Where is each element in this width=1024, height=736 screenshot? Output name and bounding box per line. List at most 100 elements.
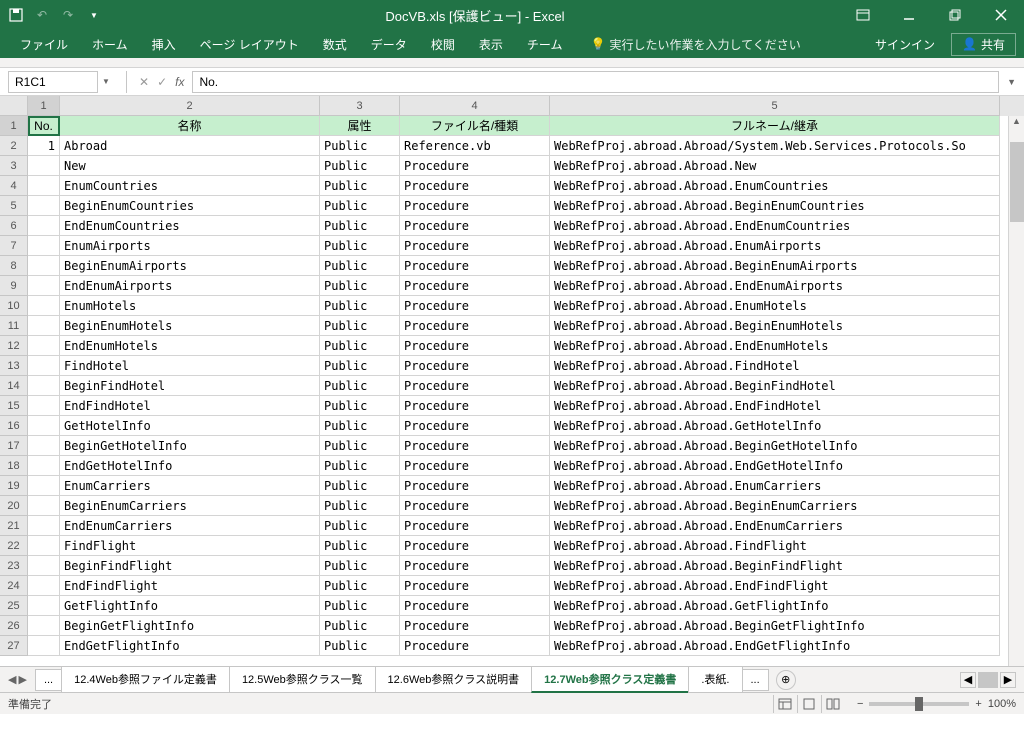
column-header[interactable]: 1 bbox=[28, 96, 60, 116]
row-header[interactable]: 25 bbox=[0, 596, 28, 616]
enter-formula-icon[interactable]: ✓ bbox=[157, 75, 167, 89]
undo-icon[interactable]: ↶ bbox=[34, 7, 50, 23]
row-header[interactable]: 17 bbox=[0, 436, 28, 456]
data-cell[interactable]: EndGetHotelInfo bbox=[60, 456, 320, 476]
data-cell[interactable] bbox=[28, 596, 60, 616]
data-cell[interactable]: EndGetFlightInfo bbox=[60, 636, 320, 656]
row-header[interactable]: 27 bbox=[0, 636, 28, 656]
data-cell[interactable]: Procedure bbox=[400, 396, 550, 416]
data-cell[interactable]: WebRefProj.abroad.Abroad.EnumCarriers bbox=[550, 476, 1000, 496]
data-cell[interactable]: BeginGetFlightInfo bbox=[60, 616, 320, 636]
data-cell[interactable] bbox=[28, 356, 60, 376]
data-cell[interactable]: Procedure bbox=[400, 376, 550, 396]
row-header[interactable]: 21 bbox=[0, 516, 28, 536]
data-cell[interactable]: FindFlight bbox=[60, 536, 320, 556]
row-header[interactable]: 14 bbox=[0, 376, 28, 396]
save-icon[interactable] bbox=[8, 7, 24, 23]
view-normal-icon[interactable] bbox=[773, 695, 797, 713]
data-cell[interactable]: Procedure bbox=[400, 336, 550, 356]
data-cell[interactable]: BeginFindFlight bbox=[60, 556, 320, 576]
sheet-tab[interactable]: .表紙. bbox=[688, 666, 742, 693]
zoom-in-button[interactable]: + bbox=[975, 698, 981, 710]
sheet-nav-next-icon[interactable]: ▶ bbox=[18, 673, 26, 686]
column-header[interactable]: 4 bbox=[400, 96, 550, 116]
data-cell[interactable] bbox=[28, 476, 60, 496]
row-header[interactable]: 10 bbox=[0, 296, 28, 316]
data-cell[interactable]: WebRefProj.abroad.Abroad.BeginEnumHotels bbox=[550, 316, 1000, 336]
data-cell[interactable]: FindHotel bbox=[60, 356, 320, 376]
data-cell[interactable]: Procedure bbox=[400, 276, 550, 296]
data-cell[interactable]: Procedure bbox=[400, 196, 550, 216]
data-cell[interactable]: Public bbox=[320, 276, 400, 296]
data-cell[interactable]: Public bbox=[320, 596, 400, 616]
data-cell[interactable]: Public bbox=[320, 316, 400, 336]
restore-button[interactable] bbox=[932, 0, 978, 30]
data-cell[interactable] bbox=[28, 416, 60, 436]
share-button[interactable]: 👤 共有 bbox=[951, 33, 1016, 56]
data-cell[interactable]: Procedure bbox=[400, 356, 550, 376]
data-cell[interactable]: Reference.vb bbox=[400, 136, 550, 156]
data-cell[interactable] bbox=[28, 636, 60, 656]
data-cell[interactable] bbox=[28, 396, 60, 416]
data-cell[interactable]: WebRefProj.abroad.Abroad.EndEnumHotels bbox=[550, 336, 1000, 356]
sign-in-link[interactable]: サインイン bbox=[875, 36, 935, 53]
view-page-layout-icon[interactable] bbox=[797, 695, 821, 713]
data-cell[interactable]: WebRefProj.abroad.Abroad.EndFindHotel bbox=[550, 396, 1000, 416]
column-header[interactable]: 2 bbox=[60, 96, 320, 116]
data-cell[interactable]: BeginGetHotelInfo bbox=[60, 436, 320, 456]
data-cell[interactable]: Procedure bbox=[400, 256, 550, 276]
data-cell[interactable]: Public bbox=[320, 356, 400, 376]
data-cell[interactable]: WebRefProj.abroad.Abroad.EndGetHotelInfo bbox=[550, 456, 1000, 476]
row-header[interactable]: 6 bbox=[0, 216, 28, 236]
row-header[interactable]: 16 bbox=[0, 416, 28, 436]
column-header[interactable]: 5 bbox=[550, 96, 1000, 116]
data-cell[interactable]: Public bbox=[320, 196, 400, 216]
hscroll-right-icon[interactable]: ▶ bbox=[1000, 672, 1016, 688]
data-cell[interactable]: Public bbox=[320, 396, 400, 416]
data-cell[interactable]: WebRefProj.abroad.Abroad.GetHotelInfo bbox=[550, 416, 1000, 436]
data-cell[interactable]: BeginEnumAirports bbox=[60, 256, 320, 276]
data-cell[interactable] bbox=[28, 496, 60, 516]
data-cell[interactable]: EndFindFlight bbox=[60, 576, 320, 596]
data-cell[interactable] bbox=[28, 216, 60, 236]
data-cell[interactable]: WebRefProj.abroad.Abroad.EnumCountries bbox=[550, 176, 1000, 196]
data-cell[interactable]: Abroad bbox=[60, 136, 320, 156]
sheet-tab-more-right[interactable]: ... bbox=[742, 669, 769, 691]
table-header-cell[interactable]: フルネーム/継承 bbox=[550, 116, 1000, 136]
data-cell[interactable]: WebRefProj.abroad.Abroad.EndFindFlight bbox=[550, 576, 1000, 596]
cancel-formula-icon[interactable]: ✕ bbox=[139, 75, 149, 89]
data-cell[interactable]: Procedure bbox=[400, 416, 550, 436]
data-cell[interactable]: Public bbox=[320, 256, 400, 276]
ribbon-display-options-icon[interactable] bbox=[840, 0, 886, 30]
data-cell[interactable]: WebRefProj.abroad.Abroad.EnumHotels bbox=[550, 296, 1000, 316]
data-cell[interactable]: Public bbox=[320, 516, 400, 536]
data-cell[interactable]: WebRefProj.abroad.Abroad.BeginEnumCarrie… bbox=[550, 496, 1000, 516]
tab-team[interactable]: チーム bbox=[515, 30, 575, 58]
tab-insert[interactable]: 挿入 bbox=[140, 30, 188, 58]
data-cell[interactable]: WebRefProj.abroad.Abroad.BeginGetFlightI… bbox=[550, 616, 1000, 636]
data-cell[interactable]: EnumAirports bbox=[60, 236, 320, 256]
new-sheet-button[interactable]: ⊕ bbox=[776, 670, 796, 690]
select-all-corner[interactable] bbox=[0, 96, 28, 116]
data-cell[interactable]: WebRefProj.abroad.Abroad.EndEnumAirports bbox=[550, 276, 1000, 296]
data-cell[interactable]: EnumHotels bbox=[60, 296, 320, 316]
data-cell[interactable]: WebRefProj.abroad.Abroad.BeginEnumCountr… bbox=[550, 196, 1000, 216]
tab-formulas[interactable]: 数式 bbox=[311, 30, 359, 58]
tab-review[interactable]: 校閲 bbox=[419, 30, 467, 58]
data-cell[interactable]: Procedure bbox=[400, 476, 550, 496]
data-cell[interactable]: Procedure bbox=[400, 436, 550, 456]
row-header[interactable]: 12 bbox=[0, 336, 28, 356]
data-cell[interactable]: Procedure bbox=[400, 636, 550, 656]
row-header[interactable]: 5 bbox=[0, 196, 28, 216]
data-cell[interactable]: WebRefProj.abroad.Abroad.New bbox=[550, 156, 1000, 176]
data-cell[interactable]: GetHotelInfo bbox=[60, 416, 320, 436]
data-cell[interactable] bbox=[28, 436, 60, 456]
data-cell[interactable]: BeginFindHotel bbox=[60, 376, 320, 396]
minimize-button[interactable] bbox=[886, 0, 932, 30]
data-cell[interactable]: Public bbox=[320, 176, 400, 196]
data-cell[interactable]: Procedure bbox=[400, 496, 550, 516]
data-cell[interactable]: EndEnumHotels bbox=[60, 336, 320, 356]
data-cell[interactable]: Public bbox=[320, 476, 400, 496]
data-cell[interactable]: Procedure bbox=[400, 216, 550, 236]
row-header[interactable]: 15 bbox=[0, 396, 28, 416]
